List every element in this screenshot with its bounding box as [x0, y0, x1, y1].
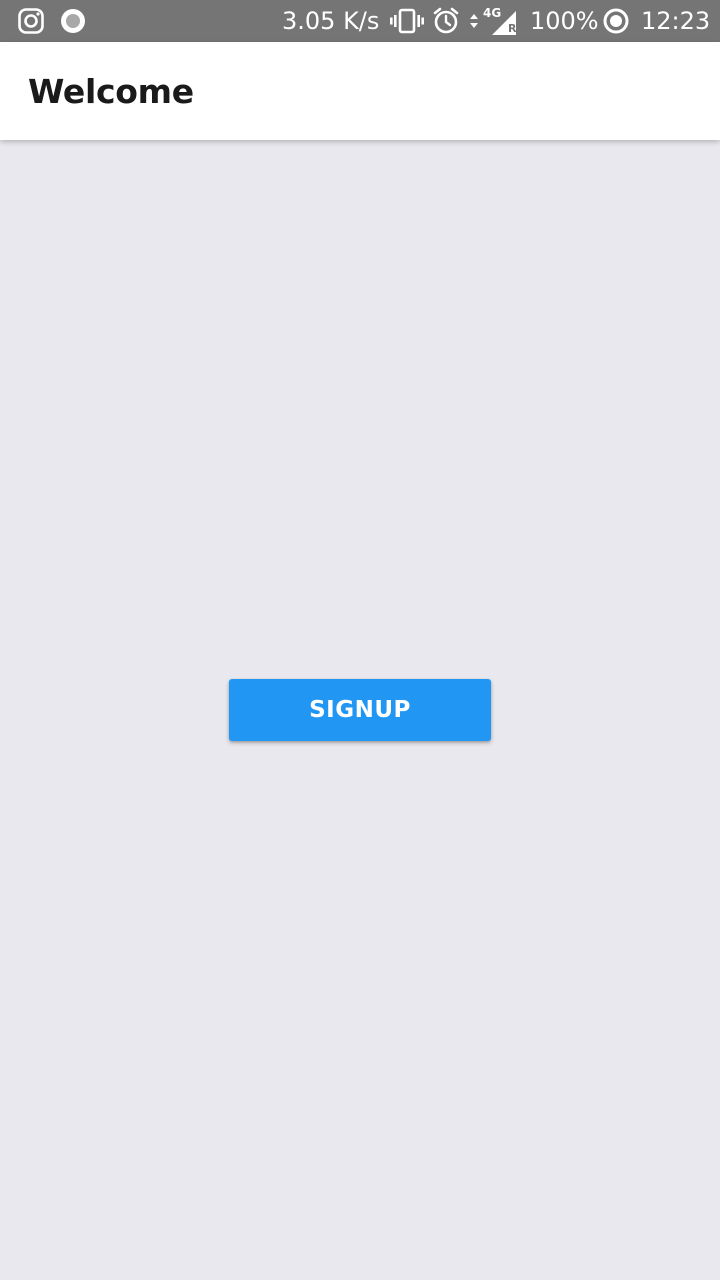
battery-icon — [602, 0, 630, 42]
instagram-icon — [16, 0, 46, 42]
battery-percent: 100% — [530, 7, 599, 35]
vibrate-icon — [390, 0, 424, 42]
network-type-label: 4G — [483, 6, 502, 20]
main-content: SIGNUP — [0, 140, 720, 1280]
data-arrows-icon — [468, 0, 480, 42]
page-title: Welcome — [28, 72, 194, 111]
alarm-icon — [432, 0, 460, 42]
status-bar: 3.05 K/s 4G R 100% 12:23 — [0, 0, 720, 42]
clock: 12:23 — [641, 7, 711, 35]
record-dot-icon — [59, 0, 87, 42]
app-bar: Welcome — [0, 42, 720, 140]
network-speed: 3.05 K/s — [282, 7, 380, 35]
signup-button[interactable]: SIGNUP — [229, 679, 491, 741]
